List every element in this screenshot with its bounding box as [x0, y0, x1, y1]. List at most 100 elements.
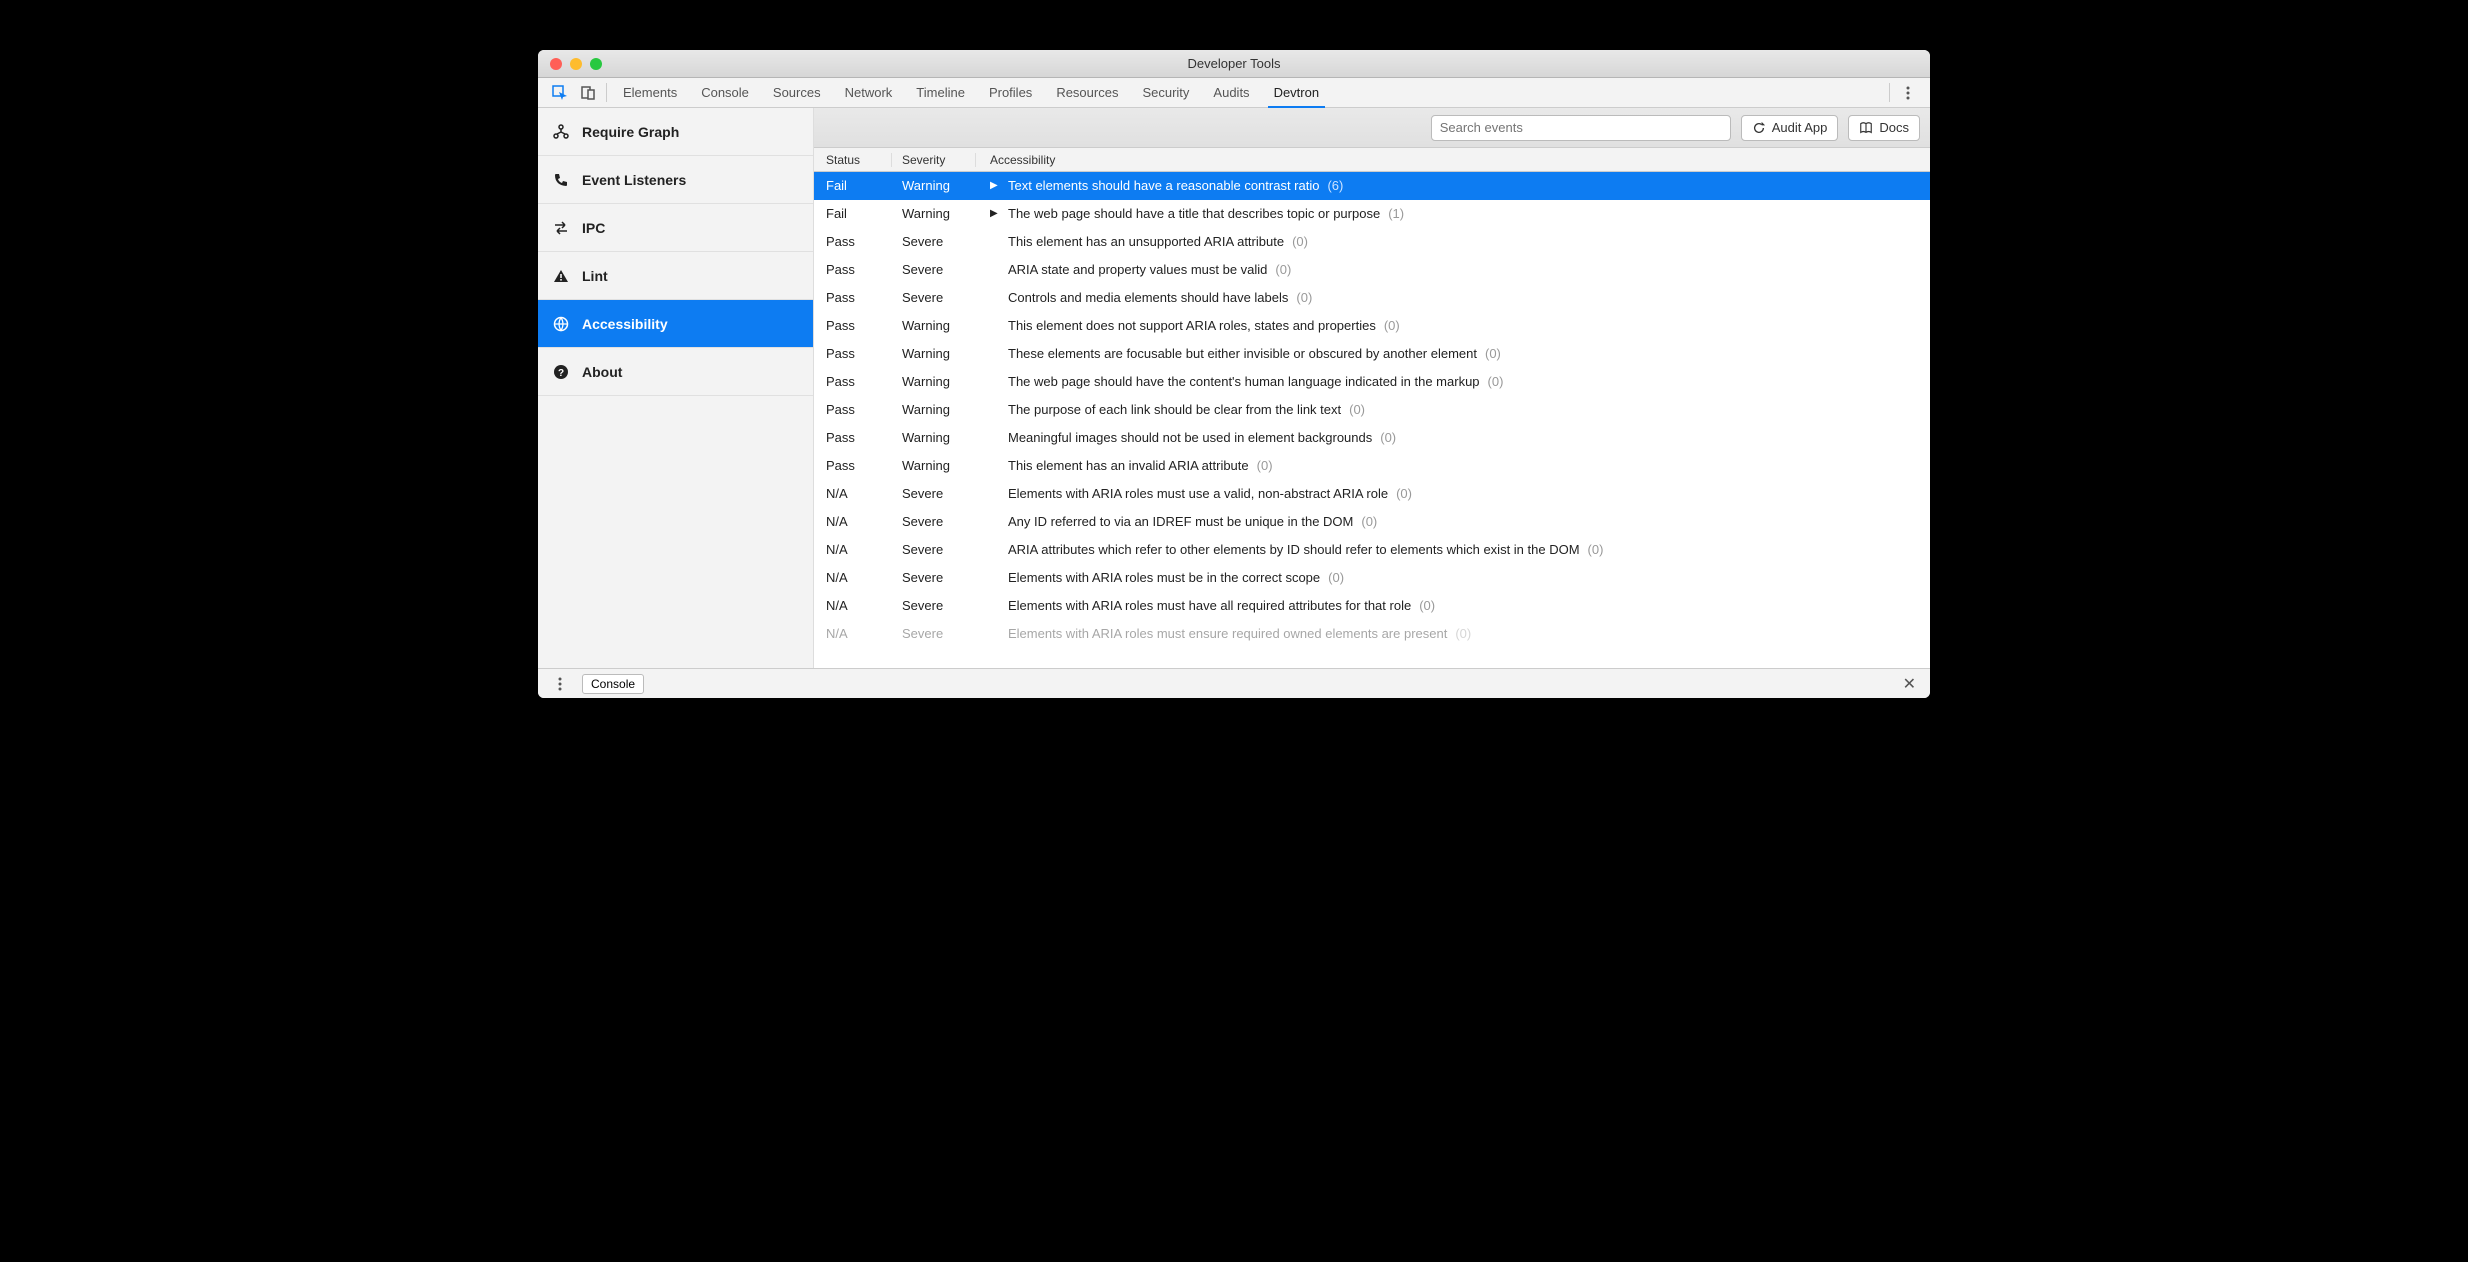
main-pane: Audit App Docs Status Severity Accessibi…	[814, 108, 1930, 668]
console-drawer-bar: Console ✕	[538, 668, 1930, 698]
description-text: The purpose of each link should be clear…	[1008, 402, 1341, 417]
devtron-sidebar: Require Graph Event Listeners IPC Lint Acces…	[538, 108, 814, 668]
book-icon	[1859, 121, 1873, 135]
cell-description: ARIA state and property values must be v…	[976, 262, 1930, 277]
sidebar-item-label: Lint	[582, 268, 608, 284]
count-badge: (1)	[1388, 206, 1404, 221]
tab-security[interactable]: Security	[1130, 78, 1201, 107]
table-row[interactable]: PassWarningThese elements are focusable …	[814, 340, 1930, 368]
question-icon: ?	[552, 363, 570, 381]
description-text: Elements with ARIA roles must ensure req…	[1008, 626, 1447, 641]
table-body: FailWarning▶Text elements should have a …	[814, 172, 1930, 668]
cell-severity: Warning	[892, 346, 976, 361]
description-text: The web page should have a title that de…	[1008, 206, 1380, 221]
tab-sources[interactable]: Sources	[761, 78, 833, 107]
tab-devtron[interactable]: Devtron	[1262, 78, 1332, 107]
tabbar-divider	[1889, 83, 1890, 102]
cell-severity: Severe	[892, 542, 976, 557]
cell-severity: Warning	[892, 206, 976, 221]
table-row[interactable]: FailWarning▶The web page should have a t…	[814, 200, 1930, 228]
sidebar-item-event-listeners[interactable]: Event Listeners	[538, 156, 813, 204]
table-row[interactable]: PassWarningThe web page should have the …	[814, 368, 1930, 396]
close-drawer-icon[interactable]: ✕	[1897, 674, 1922, 694]
tab-profiles[interactable]: Profiles	[977, 78, 1044, 107]
header-status[interactable]: Status	[814, 153, 892, 167]
cell-severity: Severe	[892, 262, 976, 277]
tab-audits[interactable]: Audits	[1201, 78, 1261, 107]
cell-status: N/A	[814, 570, 892, 585]
description-text: Meaningful images should not be used in …	[1008, 430, 1372, 445]
count-badge: (0)	[1588, 542, 1604, 557]
minimize-window-button[interactable]	[570, 58, 582, 70]
tab-console[interactable]: Console	[689, 78, 761, 107]
svg-text:?: ?	[558, 368, 564, 379]
search-input[interactable]	[1431, 115, 1731, 141]
phone-icon	[552, 171, 570, 189]
disclosure-arrow-icon[interactable]: ▶	[990, 208, 1000, 219]
disclosure-arrow-icon[interactable]: ▶	[990, 180, 1000, 191]
audit-app-button[interactable]: Audit App	[1741, 115, 1839, 141]
traffic-lights	[538, 58, 602, 70]
count-badge: (0)	[1419, 598, 1435, 613]
header-severity[interactable]: Severity	[892, 153, 976, 167]
sidebar-item-accessibility[interactable]: Accessibility	[538, 300, 813, 348]
table-row[interactable]: N/ASevereAny ID referred to via an IDREF…	[814, 508, 1930, 536]
table-row[interactable]: PassSevereARIA state and property values…	[814, 256, 1930, 284]
drawer-menu-icon[interactable]	[546, 677, 574, 691]
table-row[interactable]: N/ASevereARIA attributes which refer to …	[814, 536, 1930, 564]
cell-description: This element does not support ARIA roles…	[976, 318, 1930, 333]
cell-severity: Warning	[892, 402, 976, 417]
table-row[interactable]: PassWarningThis element does not support…	[814, 312, 1930, 340]
cell-status: Fail	[814, 178, 892, 193]
cell-severity: Severe	[892, 626, 976, 641]
tab-resources[interactable]: Resources	[1044, 78, 1130, 107]
table-row[interactable]: FailWarning▶Text elements should have a …	[814, 172, 1930, 200]
description-text: Elements with ARIA roles must have all r…	[1008, 598, 1411, 613]
cell-severity: Warning	[892, 458, 976, 473]
description-text: These elements are focusable but either …	[1008, 346, 1477, 361]
cell-description: ▶ The web page should have a title that d…	[976, 206, 1930, 221]
cell-description: Meaningful images should not be used in …	[976, 430, 1930, 445]
cell-description: Any ID referred to via an IDREF must be …	[976, 514, 1930, 529]
sidebar-item-label: About	[582, 364, 622, 380]
maximize-window-button[interactable]	[590, 58, 602, 70]
cell-description: This element has an invalid ARIA attribu…	[976, 458, 1930, 473]
description-text: Text elements should have a reasonable c…	[1008, 178, 1319, 193]
sidebar-item-label: Event Listeners	[582, 172, 686, 188]
cell-status: Pass	[814, 234, 892, 249]
tab-network[interactable]: Network	[833, 78, 905, 107]
table-row[interactable]: PassSevereThis element has an unsupporte…	[814, 228, 1930, 256]
sidebar-item-require-graph[interactable]: Require Graph	[538, 108, 813, 156]
header-accessibility[interactable]: Accessibility	[976, 153, 1930, 167]
table-row[interactable]: N/ASevereElements with ARIA roles must e…	[814, 620, 1930, 648]
sidebar-item-about[interactable]: ? About	[538, 348, 813, 396]
cell-description: Elements with ARIA roles must be in the …	[976, 570, 1930, 585]
description-text: This element does not support ARIA roles…	[1008, 318, 1376, 333]
tab-elements[interactable]: Elements	[611, 78, 689, 107]
count-badge: (0)	[1380, 430, 1396, 445]
sidebar-item-lint[interactable]: Lint	[538, 252, 813, 300]
warning-icon	[552, 267, 570, 285]
cell-status: Pass	[814, 290, 892, 305]
close-window-button[interactable]	[550, 58, 562, 70]
tab-timeline[interactable]: Timeline	[904, 78, 977, 107]
table-row[interactable]: N/ASevereElements with ARIA roles must u…	[814, 480, 1930, 508]
cell-severity: Severe	[892, 598, 976, 613]
table-row[interactable]: PassWarningMeaningful images should not …	[814, 424, 1930, 452]
cell-description: This element has an unsupported ARIA att…	[976, 234, 1930, 249]
table-row[interactable]: N/ASevereElements with ARIA roles must h…	[814, 592, 1930, 620]
console-drawer-tab[interactable]: Console	[582, 674, 644, 694]
inspect-element-icon[interactable]	[546, 78, 574, 107]
docs-button[interactable]: Docs	[1848, 115, 1920, 141]
table-row[interactable]: PassWarningThis element has an invalid A…	[814, 452, 1930, 480]
table-row[interactable]: PassSevereControls and media elements sh…	[814, 284, 1930, 312]
table-row[interactable]: N/ASevereElements with ARIA roles must b…	[814, 564, 1930, 592]
count-badge: (0)	[1292, 234, 1308, 249]
table-row[interactable]: PassWarningThe purpose of each link shou…	[814, 396, 1930, 424]
cell-status: Pass	[814, 374, 892, 389]
cell-description: Elements with ARIA roles must have all r…	[976, 598, 1930, 613]
kebab-menu-icon[interactable]	[1894, 78, 1922, 107]
description-text: Elements with ARIA roles must be in the …	[1008, 570, 1320, 585]
device-mode-icon[interactable]	[574, 78, 602, 107]
sidebar-item-ipc[interactable]: IPC	[538, 204, 813, 252]
